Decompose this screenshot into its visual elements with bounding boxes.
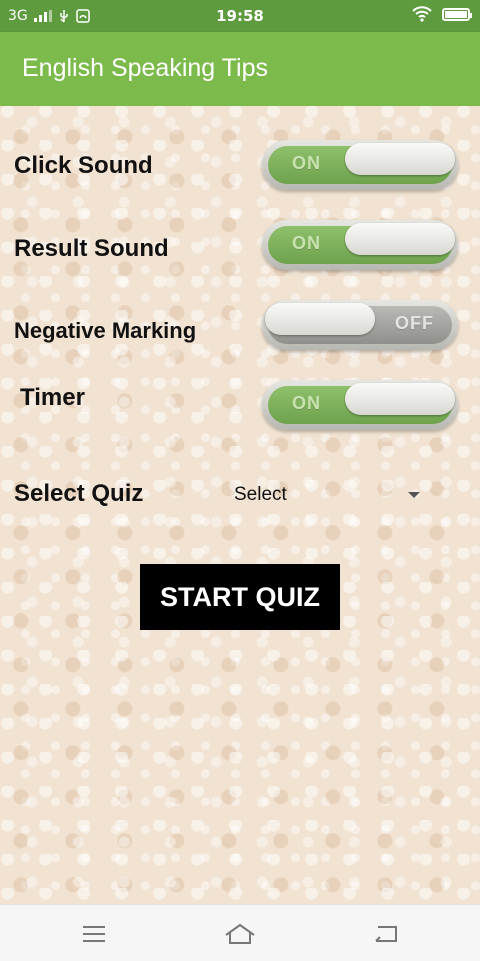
toggle-knob[interactable] bbox=[345, 383, 455, 415]
home-icon[interactable] bbox=[220, 919, 260, 949]
navigation-bar bbox=[0, 904, 480, 961]
toggle-state-text: ON bbox=[292, 233, 321, 253]
toggle-state-text: ON bbox=[292, 393, 321, 413]
timer-label: Timer bbox=[20, 384, 85, 411]
status-bar: 3G 19:58 bbox=[0, 0, 480, 32]
quiz-dropdown-value: Select bbox=[234, 484, 287, 505]
back-icon[interactable] bbox=[366, 919, 406, 949]
status-time: 19:58 bbox=[216, 7, 264, 25]
toggle-knob[interactable] bbox=[265, 303, 375, 335]
click-sound-label: Click Sound bbox=[14, 152, 153, 179]
click-sound-toggle[interactable]: ON bbox=[262, 140, 458, 190]
battery-icon bbox=[442, 7, 472, 21]
select-quiz-label: Select Quiz bbox=[14, 480, 144, 507]
timer-toggle[interactable]: ON bbox=[262, 380, 458, 430]
start-quiz-button[interactable]: START QUIZ bbox=[140, 564, 340, 630]
caret-down-icon bbox=[408, 492, 420, 498]
toggle-state-text: OFF bbox=[395, 313, 434, 333]
negative-marking-toggle[interactable]: OFF bbox=[262, 300, 458, 350]
result-sound-toggle[interactable]: ON bbox=[262, 220, 458, 270]
toggle-state-text: ON bbox=[292, 153, 321, 173]
negative-marking-label: Negative Marking bbox=[14, 318, 197, 343]
toggle-knob[interactable] bbox=[345, 143, 455, 175]
app-title: English Speaking Tips bbox=[22, 54, 268, 82]
result-sound-label: Result Sound bbox=[14, 235, 169, 262]
wifi-icon bbox=[412, 6, 432, 22]
quiz-dropdown[interactable]: Select bbox=[234, 484, 424, 510]
app-bar: English Speaking Tips bbox=[0, 32, 480, 106]
menu-icon[interactable] bbox=[74, 919, 114, 949]
toggle-knob[interactable] bbox=[345, 223, 455, 255]
